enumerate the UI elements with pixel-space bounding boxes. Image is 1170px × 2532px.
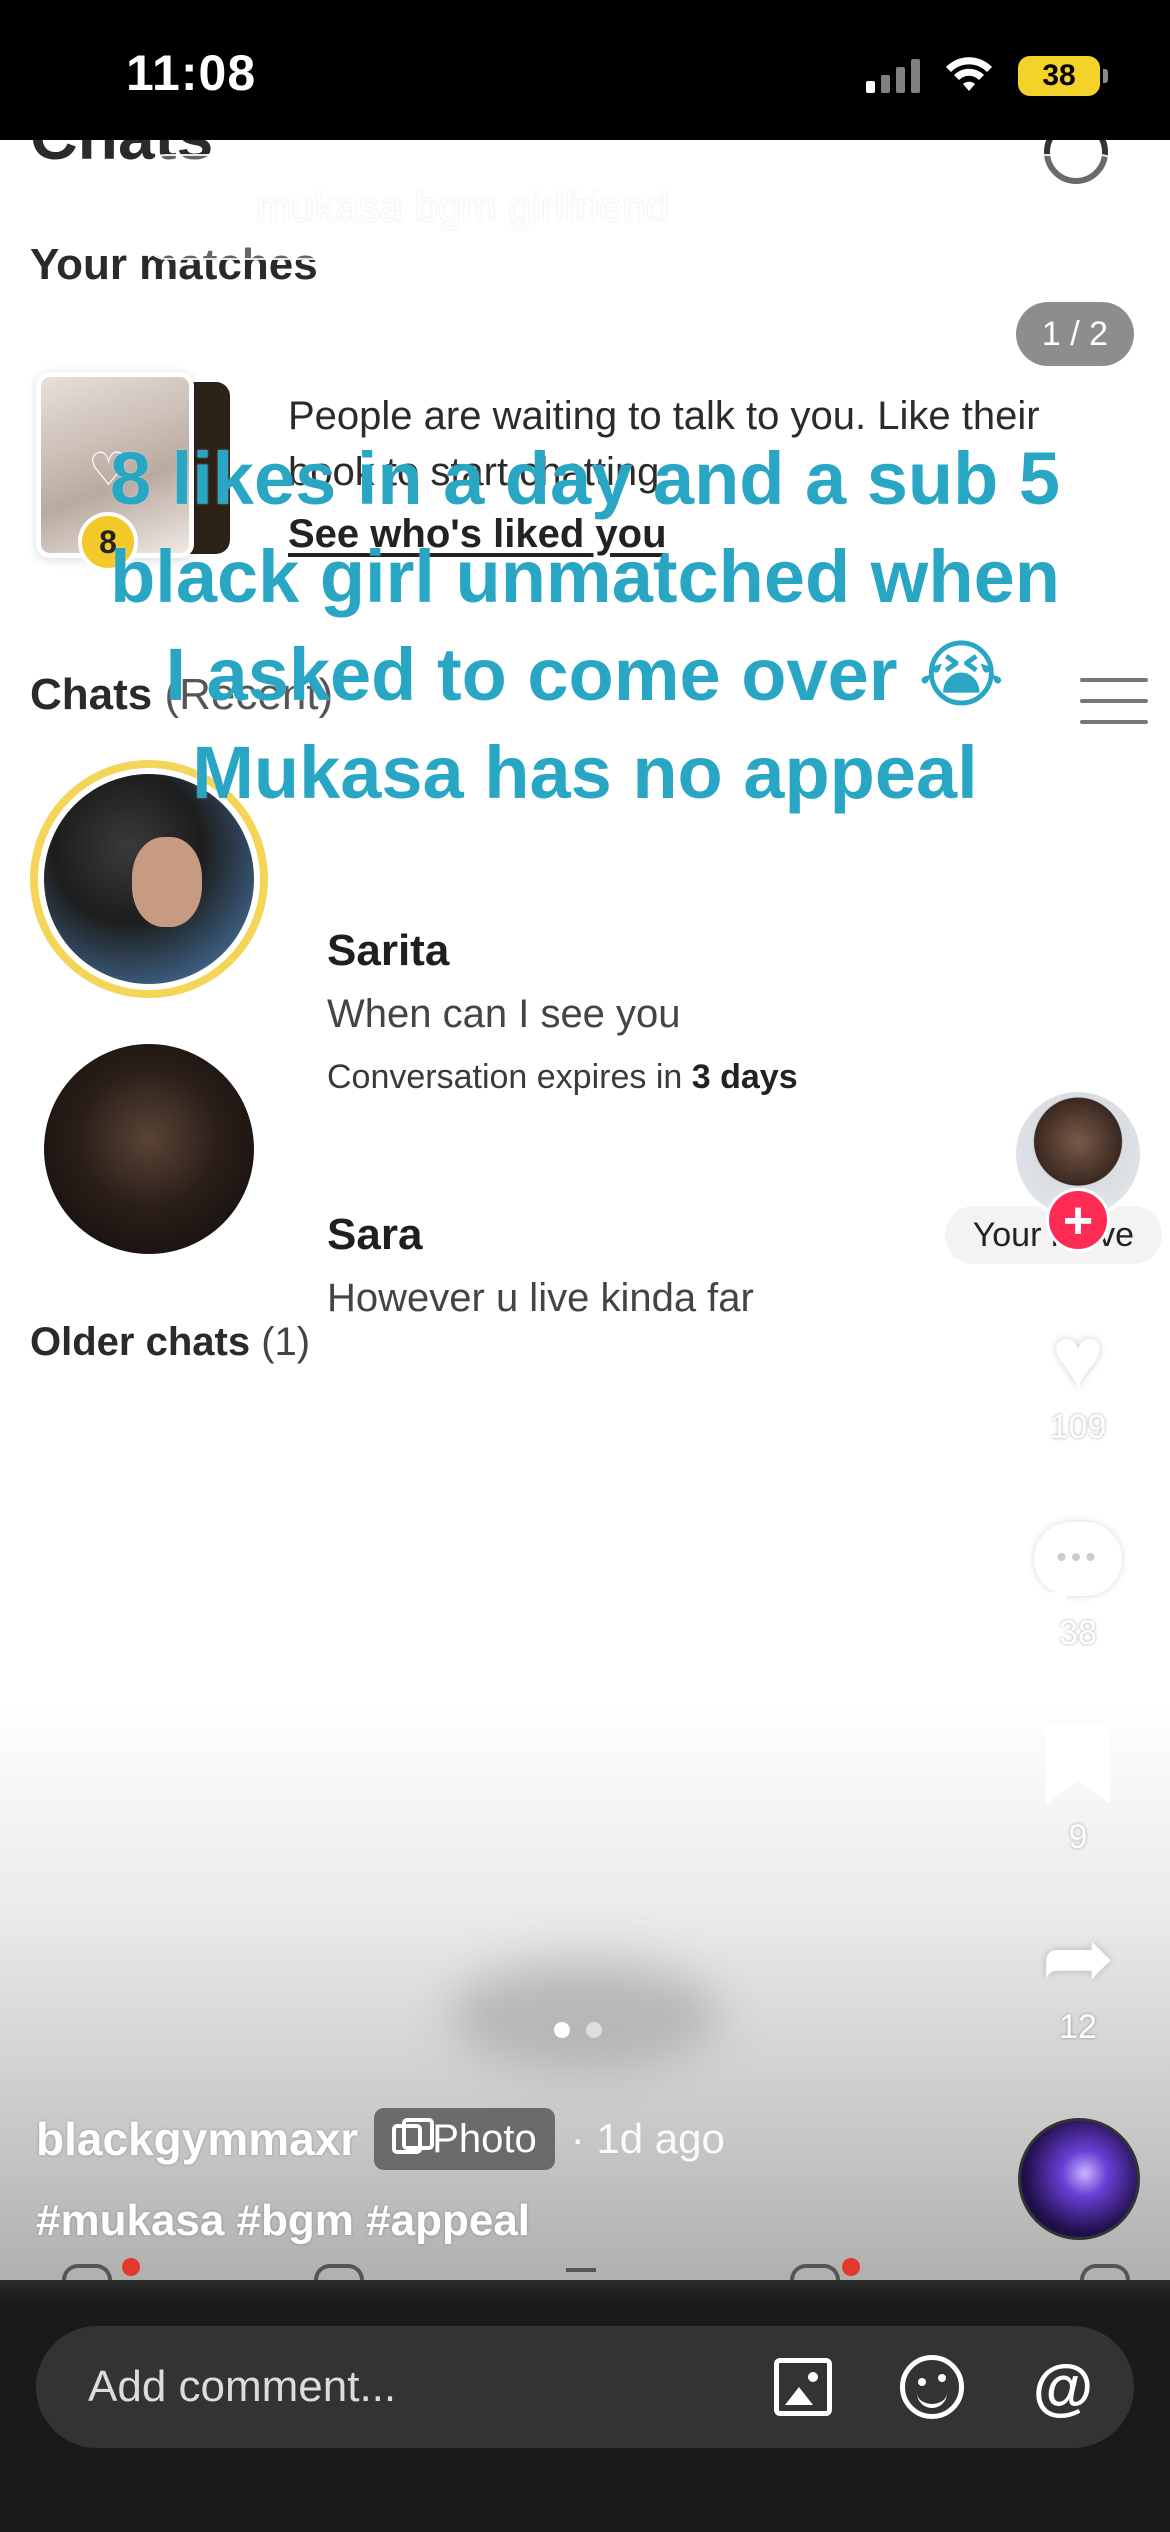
photo-badge: Photo — [374, 2108, 555, 2170]
status-bar: 11:08 38 — [0, 0, 1170, 140]
search-icon — [182, 182, 232, 232]
comment-icon: ••• — [1034, 1522, 1122, 1610]
wifi-icon — [946, 57, 992, 91]
share-button[interactable]: ➦ 12 — [1030, 1910, 1126, 2047]
chat-name: Sarita — [327, 926, 450, 975]
chat-message: However u live kinda far — [327, 1276, 754, 1320]
like-button[interactable]: ♥ 109 — [1030, 1310, 1126, 1447]
avatar — [44, 1044, 254, 1254]
older-chats-heading[interactable]: Older chats (1) — [30, 1320, 310, 1365]
chat-name: Sara — [327, 1210, 423, 1259]
music-disc-icon[interactable] — [1018, 2118, 1140, 2240]
status-icons: 38 — [866, 56, 1108, 96]
username[interactable]: blackgymmaxr — [36, 2112, 358, 2166]
comment-area: @ — [0, 2280, 1170, 2532]
post-caption: blackgymmaxr Photo · 1d ago #mukasa #bgm… — [36, 2108, 996, 2246]
bookmark-icon — [1046, 1724, 1110, 1804]
hashtags[interactable]: #mukasa #bgm #appeal — [36, 2196, 996, 2246]
older-chats-label: Older chats — [30, 1320, 251, 1364]
follow-plus-icon[interactable]: + — [1046, 1188, 1110, 1252]
search-query[interactable]: mukasa bgm girlfriend — [256, 183, 898, 231]
emoji-icon[interactable] — [900, 2355, 964, 2419]
share-arrow-icon: ➦ — [1041, 1908, 1115, 2007]
comment-count: 38 — [1059, 1614, 1097, 1652]
overlay-caption: 8 likes in a day and a sub 5 black girl … — [109, 437, 1061, 814]
heart-icon: ♥ — [1051, 1308, 1105, 1407]
search-button[interactable]: Search — [900, 182, 1120, 232]
comment-button[interactable]: ••• 38 — [1030, 1512, 1126, 1653]
post-time: · 1d ago — [570, 2115, 725, 2162]
save-button[interactable]: 9 — [1030, 1712, 1126, 1857]
comment-input[interactable] — [36, 2326, 774, 2448]
comment-bar: @ — [36, 2326, 1134, 2448]
like-count: 109 — [1049, 1408, 1107, 1446]
pager-badge: 1 / 2 — [1016, 302, 1134, 366]
status-time: 11:08 — [126, 45, 257, 101]
carousel-dot — [586, 2022, 602, 2038]
carousel-dot — [554, 2022, 570, 2038]
cellular-signal-icon — [866, 59, 920, 93]
mention-icon[interactable]: @ — [1032, 2353, 1094, 2422]
battery-icon: 38 — [1018, 56, 1108, 96]
photo-icon — [392, 2118, 435, 2154]
older-chats-count: (1) — [261, 1320, 311, 1364]
search-bar[interactable]: mukasa bgm girlfriend Search — [144, 154, 1122, 260]
battery-level: 38 — [1042, 59, 1076, 92]
photo-badge-label: Photo — [432, 2116, 537, 2161]
blur-overlay — [450, 1960, 720, 2070]
save-count: 9 — [1068, 1818, 1088, 1856]
image-icon[interactable] — [774, 2358, 832, 2416]
share-count: 12 — [1059, 2008, 1097, 2046]
carousel-indicator — [554, 2022, 602, 2038]
